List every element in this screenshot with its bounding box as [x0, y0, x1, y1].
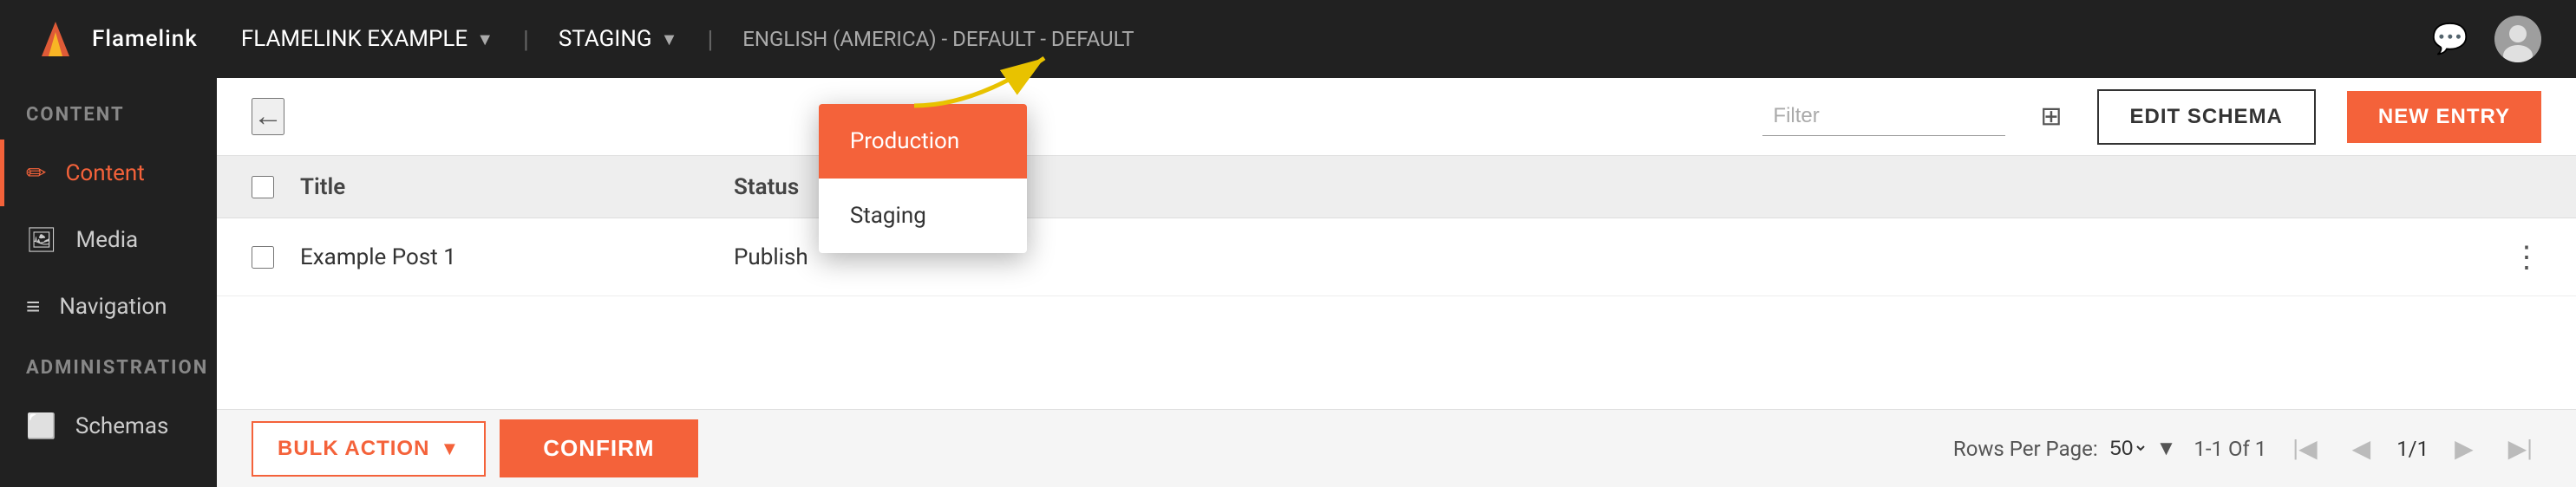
rows-per-page-select[interactable]: 50 25 10 [2107, 436, 2148, 461]
avatar[interactable] [2494, 16, 2541, 62]
next-page-button[interactable]: ▶ [2446, 431, 2482, 466]
bulk-action-button[interactable]: BULK ACTION ▼ [252, 421, 486, 477]
sidebar-media-label: Media [76, 227, 139, 253]
sidebar-item-content[interactable]: ✏ Content [0, 140, 217, 206]
sidebar-item-navigation[interactable]: ≡ Navigation [0, 273, 217, 340]
sidebar-schemas-label: Schemas [75, 413, 169, 439]
row-status: Publish [734, 244, 808, 270]
app-name: Flamelink [92, 26, 198, 52]
media-icon: 🖼 [26, 225, 57, 254]
dropdown-item-production[interactable]: Production [819, 104, 1027, 179]
env-dropdown: Production Staging [819, 104, 1027, 253]
nav-separator-2: | [707, 25, 713, 54]
row-checkbox[interactable] [252, 246, 274, 269]
content-icon: ✏ [26, 159, 46, 187]
sidebar-item-schemas[interactable]: ⬜ Schemas [0, 393, 217, 459]
sidebar-navigation-label: Navigation [59, 294, 167, 320]
sidebar-section-content: CONTENT [0, 104, 217, 140]
topnav: Flamelink FLAMELINK EXAMPLE ▼ | STAGING … [0, 0, 2576, 78]
flamelink-example-label: FLAMELINK EXAMPLE [241, 26, 467, 52]
first-page-button[interactable]: |◀ [2284, 431, 2325, 466]
main-content: ← ⊞ EDIT SCHEMA NEW ENTRY Title Status E… [217, 78, 2576, 487]
language-selector[interactable]: ENGLISH (AMERICA) - DEFAULT - DEFAULT [742, 27, 1134, 51]
page-range: 1-1 Of 1 [2194, 437, 2266, 461]
flamelink-logo [35, 18, 76, 60]
rows-per-page: Rows Per Page: 50 25 10 ▼ [1953, 436, 2177, 461]
staging-label: STAGING [559, 26, 652, 52]
filter-input[interactable] [1762, 97, 2005, 136]
content-header: ← ⊞ EDIT SCHEMA NEW ENTRY [217, 78, 2576, 156]
language-label: ENGLISH (AMERICA) - DEFAULT - DEFAULT [742, 27, 1134, 51]
dropdown-item-staging[interactable]: Staging [819, 179, 1027, 253]
edit-schema-button[interactable]: EDIT SCHEMA [2097, 89, 2316, 145]
select-all-checkbox[interactable] [252, 176, 274, 198]
rows-per-page-label: Rows Per Page: [1953, 437, 2098, 461]
logo-area: Flamelink [35, 18, 198, 60]
table-header: Title Status [217, 156, 2576, 218]
sidebar-item-media[interactable]: 🖼 Media [0, 206, 217, 273]
chat-icon[interactable]: 💬 [2432, 22, 2468, 56]
col-status-header: Status [734, 174, 799, 200]
pagination-area: Rows Per Page: 50 25 10 ▼ 1-1 Of 1 |◀ ◀ … [1953, 431, 2541, 466]
navigation-icon: ≡ [26, 292, 40, 321]
new-entry-button[interactable]: NEW ENTRY [2347, 91, 2541, 143]
nav-separator-1: | [523, 25, 529, 54]
sidebar-section-admin: ADMINISTRATION [0, 340, 217, 393]
row-title: Example Post 1 [300, 244, 734, 270]
topnav-right: 💬 [2432, 16, 2541, 62]
table-row: Example Post 1 Publish ⋮ [217, 218, 2576, 296]
last-page-button[interactable]: ▶| [2500, 431, 2541, 466]
sidebar-content-label: Content [65, 160, 144, 186]
bulk-action-chevron: ▼ [440, 438, 460, 460]
schemas-icon: ⬜ [26, 412, 56, 440]
rows-per-page-chevron: ▼ [2156, 436, 2177, 461]
col-title-header: Title [300, 174, 734, 200]
flamelink-example-chevron: ▼ [476, 29, 494, 50]
page-number: 1/1 [2396, 437, 2429, 461]
prev-page-button[interactable]: ◀ [2344, 431, 2380, 466]
sidebar: CONTENT ✏ Content 🖼 Media ≡ Navigation A… [0, 78, 217, 487]
staging-nav[interactable]: STAGING ▼ Production Staging [550, 26, 687, 52]
staging-chevron: ▼ [661, 29, 678, 50]
confirm-button[interactable]: CONFIRM [500, 419, 697, 477]
flamelink-example-nav[interactable]: FLAMELINK EXAMPLE ▼ [232, 26, 502, 52]
back-button[interactable]: ← [252, 98, 284, 135]
layout: CONTENT ✏ Content 🖼 Media ≡ Navigation A… [0, 78, 2576, 487]
row-actions-menu[interactable]: ⋮ [2512, 240, 2541, 275]
grid-view-icon[interactable]: ⊞ [2040, 101, 2062, 132]
bulk-action-label: BULK ACTION [278, 437, 429, 461]
bottom-bar: BULK ACTION ▼ CONFIRM Rows Per Page: 50 … [217, 409, 2576, 487]
